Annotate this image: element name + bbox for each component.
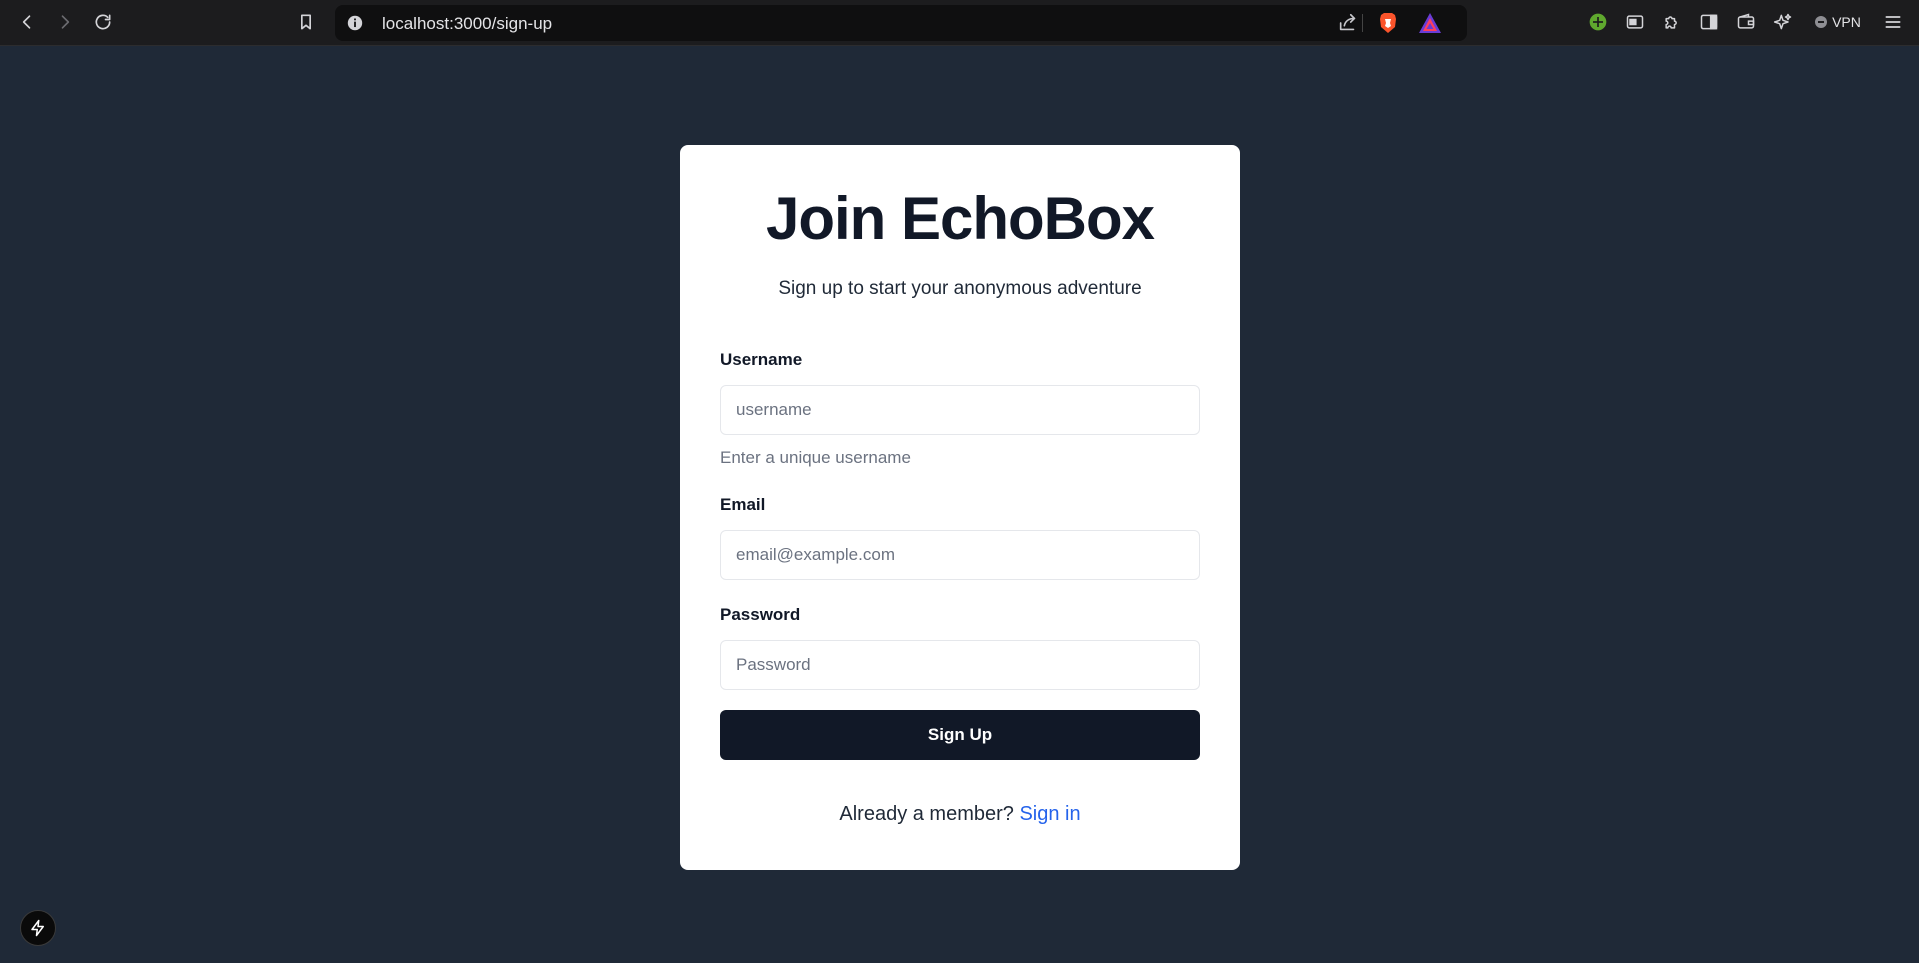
puzzle-icon[interactable] <box>1657 7 1687 37</box>
vpn-button[interactable]: VPN <box>1807 9 1869 35</box>
username-input[interactable] <box>720 385 1200 435</box>
brave-rewards-icon[interactable] <box>1418 12 1442 34</box>
tab-view-icon[interactable] <box>1620 7 1650 37</box>
username-label: Username <box>720 350 803 369</box>
forward-arrow-icon[interactable] <box>50 7 80 37</box>
toolbar-divider <box>1362 14 1363 32</box>
sign-in-link[interactable]: Sign in <box>1019 803 1080 825</box>
email-label: Email <box>720 495 766 514</box>
bookmark-icon[interactable] <box>291 7 321 37</box>
email-input[interactable] <box>720 530 1200 580</box>
info-icon[interactable] <box>345 13 365 33</box>
back-arrow-icon[interactable] <box>12 7 42 37</box>
password-label: Password <box>720 605 801 624</box>
dev-tools-button[interactable] <box>20 910 56 946</box>
address-bar[interactable]: localhost:3000/sign-up <box>335 5 1467 41</box>
vpn-label: VPN <box>1832 14 1861 30</box>
reload-icon[interactable] <box>88 7 118 37</box>
vpn-status-icon <box>1815 16 1828 28</box>
sign-up-button[interactable]: Sign Up <box>720 710 1200 760</box>
sidebar-icon[interactable] <box>1694 7 1724 37</box>
password-input[interactable] <box>720 640 1200 690</box>
brave-shields-icon[interactable] <box>1376 11 1400 35</box>
ai-sparkle-icon[interactable] <box>1768 7 1798 37</box>
browser-toolbar: localhost:3000/sign-up VPN <box>0 0 1919 46</box>
add-extension-icon[interactable] <box>1583 7 1613 37</box>
signin-prompt: Already a member? Sign in <box>680 803 1240 826</box>
page-subtitle: Sign up to start your anonymous adventur… <box>778 278 1142 299</box>
wallet-icon[interactable] <box>1731 7 1761 37</box>
hamburger-menu-icon[interactable] <box>1878 7 1908 37</box>
signin-prompt-text: Already a member? <box>839 803 1014 825</box>
share-icon[interactable] <box>1337 12 1359 34</box>
lightning-bolt-icon <box>31 919 44 937</box>
username-hint: Enter a unique username <box>720 448 911 467</box>
url-text[interactable]: localhost:3000/sign-up <box>382 14 552 34</box>
page-title: Join EchoBox <box>765 185 1155 252</box>
signup-card: Join EchoBox Sign up to start your anony… <box>680 145 1240 870</box>
